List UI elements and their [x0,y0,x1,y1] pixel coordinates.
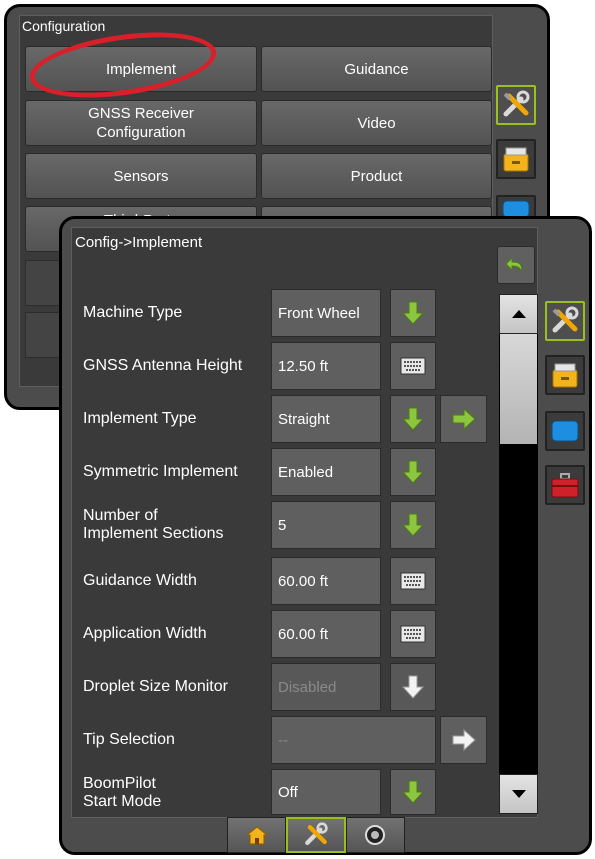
symmetric-implement-value[interactable]: Enabled [271,448,381,496]
up-triangle-icon [511,310,526,318]
home-button[interactable] [227,817,287,853]
down-triangle-icon [511,790,526,798]
application-width-label: Application Width [83,625,207,642]
tools-tab[interactable] [545,301,585,341]
down-arrow-icon [402,675,424,699]
number-of-implement-sections-label: Number of Implement Sections [83,507,224,542]
product-tile[interactable]: Product [261,153,492,199]
boompilot-start-mode-label: BoomPilot Start Mode [83,775,162,810]
implement-tile[interactable]: Implement [25,46,257,92]
droplet-size-monitor-label: Droplet Size Monitor [83,678,228,695]
machine-type-dropdown-button[interactable] [390,289,436,337]
gauge-icon [365,825,386,845]
guidance-width-keyboard-button[interactable] [390,557,436,605]
tip-selection-label: Tip Selection [83,731,175,748]
tip-selection-value[interactable]: -- [271,716,436,764]
toolbox-icon [551,473,579,498]
number-of-implement-sections-dropdown-button[interactable] [390,501,436,549]
monitor-tab[interactable] [545,411,585,451]
tools-icon [552,306,579,333]
file-cabinet-icon [552,363,578,388]
implement-title: Config->Implement [75,234,203,251]
keyboard-icon [400,625,426,643]
monitor-icon [502,200,530,217]
gauge-button[interactable] [345,817,405,853]
down-arrow-icon [402,460,424,484]
symmetric-implement-label: Symmetric Implement [83,463,238,480]
scrollbar-thumb[interactable] [500,334,537,444]
home-icon [245,826,268,845]
back-arrow-icon [505,256,523,273]
droplet-size-monitor-dropdown-button [390,663,436,711]
gnss-antenna-height-keyboard-button[interactable] [390,342,436,390]
toolbox-tab[interactable] [545,465,585,505]
implement-type-label: Implement Type [83,410,197,427]
gnss-antenna-height-value[interactable]: 12.50 ft [271,342,381,390]
bottom-navigation [227,817,405,853]
tools-tab[interactable] [496,85,536,125]
implement-window: Config->Implement Machine Type Front Whe… [59,216,592,855]
down-arrow-icon [402,407,424,431]
number-of-implement-sections-value[interactable]: 5 [271,501,381,549]
keyboard-icon [400,572,426,590]
machine-type-value[interactable]: Front Wheel [271,289,381,337]
machine-type-label: Machine Type [83,304,183,321]
guidance-width-value[interactable]: 60.00 ft [271,557,381,605]
tools-nav-button[interactable] [286,817,346,853]
scroll-up-button[interactable] [499,294,538,334]
video-tile[interactable]: Video [261,100,492,146]
monitor-icon [551,420,579,442]
back-button[interactable] [497,246,535,284]
tools-icon [503,90,530,117]
sensors-tile[interactable]: Sensors [25,153,257,199]
tip-selection-next-button[interactable] [440,716,487,764]
tools-icon [305,822,328,845]
down-arrow-icon [402,780,424,804]
file-cabinet-tab[interactable] [545,355,585,395]
implement-type-value[interactable]: Straight [271,395,381,443]
keyboard-icon [400,357,426,375]
down-arrow-icon [402,301,424,325]
application-width-keyboard-button[interactable] [390,610,436,658]
right-arrow-icon [452,408,476,430]
scroll-down-button[interactable] [499,774,538,814]
file-cabinet-tab[interactable] [496,139,536,179]
implement-type-next-button[interactable] [440,395,487,443]
gnss-receiver-configuration-tile[interactable]: GNSS Receiver Configuration [25,100,257,146]
boompilot-start-mode-dropdown-button[interactable] [390,769,436,815]
gnss-antenna-height-label: GNSS Antenna Height [83,357,243,374]
implement-type-dropdown-button[interactable] [390,395,436,443]
file-cabinet-icon [503,147,529,172]
droplet-size-monitor-value: Disabled [271,663,381,711]
right-arrow-icon [452,729,476,751]
guidance-tile[interactable]: Guidance [261,46,492,92]
implement-panel: Config->Implement Machine Type Front Whe… [71,227,538,818]
guidance-width-label: Guidance Width [83,572,197,589]
boompilot-start-mode-value[interactable]: Off [271,769,381,815]
configuration-title: Configuration [22,18,106,34]
symmetric-implement-dropdown-button[interactable] [390,448,436,496]
down-arrow-icon [402,513,424,537]
application-width-value[interactable]: 60.00 ft [271,610,381,658]
